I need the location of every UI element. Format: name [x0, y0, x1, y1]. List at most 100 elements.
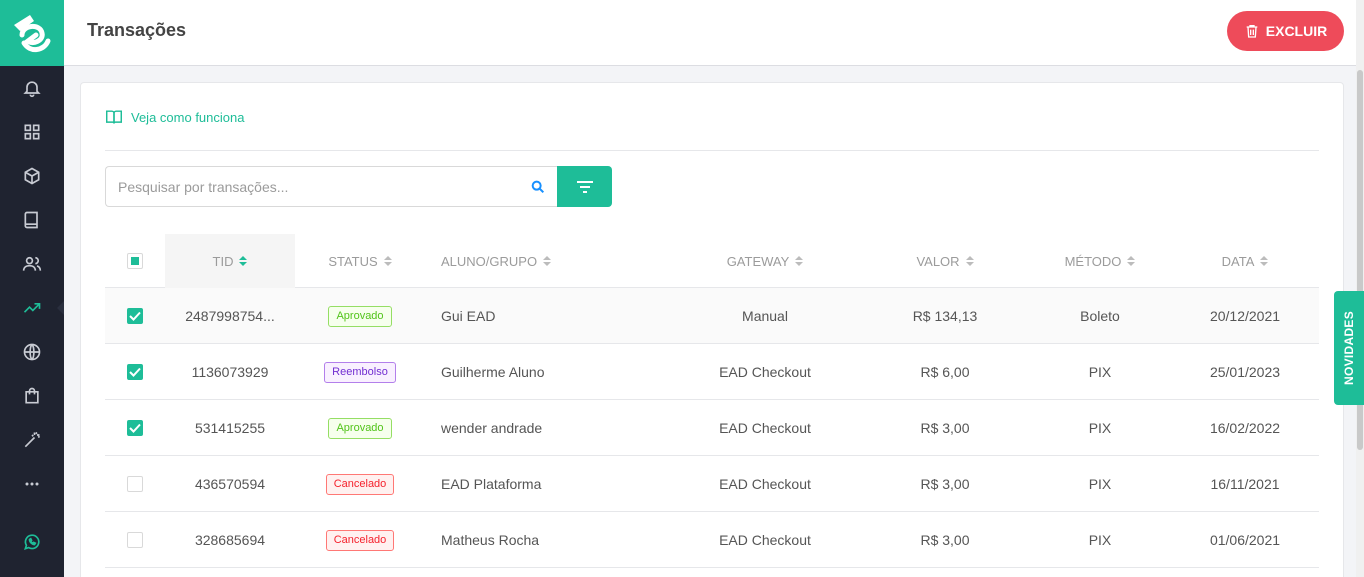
aluno-value: Guilherme Aluno [441, 364, 545, 380]
nav-dashboard[interactable] [0, 110, 64, 154]
gateway-value: Manual [742, 308, 788, 324]
check-icon [129, 311, 141, 321]
cell-valor: R$ 3,00 [865, 400, 1025, 456]
column-metodo[interactable]: MÉTODO [1025, 234, 1175, 288]
aluno-value: Matheus Rocha [441, 532, 540, 548]
app-logo[interactable] [0, 0, 64, 66]
cell-metodo: Boleto [1025, 288, 1175, 344]
nav-tools[interactable] [0, 418, 64, 462]
cell-status: Aprovado [295, 400, 425, 456]
cell-data: 16/11/2021 [1175, 456, 1315, 512]
book-icon [24, 211, 38, 229]
cell-data: 01/06/2021 [1175, 512, 1315, 568]
table-row[interactable]: 328685694 Cancelado Matheus Rocha EAD Check… [105, 512, 1319, 568]
data-value: 16/11/2021 [1210, 476, 1280, 492]
metodo-value: PIX [1088, 476, 1112, 492]
page-header: Transações EXCLUIR [64, 0, 1364, 66]
column-status[interactable]: STATUS [295, 234, 425, 288]
delete-button-label: EXCLUIR [1265, 23, 1328, 39]
column-gateway[interactable]: GATEWAY [665, 234, 865, 288]
cell-tid: 2487998754... [165, 288, 295, 344]
table-row[interactable]: 436570594 Cancelado EAD Plataforma EAD Chec… [105, 456, 1319, 512]
sort-icon [965, 256, 974, 266]
trash-icon [1246, 25, 1258, 38]
table-row[interactable]: 2487998754... Aprovado Gui EAD Manual R$ 134… [105, 288, 1319, 344]
cell-data: 25/01/2023 [1175, 344, 1315, 400]
cell-aluno: EAD Plataforma [441, 456, 641, 512]
tid-value: 328685694 [194, 532, 266, 548]
sort-icon [239, 256, 248, 266]
divider [105, 150, 1319, 151]
search-input[interactable] [106, 167, 516, 206]
shopping-bag-icon [25, 387, 39, 404]
gateway-value: EAD Checkout [719, 364, 811, 380]
table-row[interactable]: 531415255 Aprovado wender andrade EAD Check… [105, 400, 1319, 456]
cell-aluno: wender andrade [441, 400, 641, 456]
data-value: 01/06/2021 [1209, 532, 1281, 548]
cell-aluno: Gui EAD [441, 288, 641, 344]
cell-gateway: Manual [665, 288, 865, 344]
tid-value: 1136073929 [191, 364, 269, 380]
nav-sales[interactable] [0, 286, 64, 330]
cell-data: 20/12/2021 [1175, 288, 1315, 344]
delete-button[interactable]: EXCLUIR [1227, 11, 1344, 51]
nav-more[interactable] [0, 462, 64, 506]
cell-valor: R$ 3,00 [865, 512, 1025, 568]
sort-icon [1260, 256, 1269, 266]
row-checkbox[interactable] [127, 420, 143, 436]
row-select-cell [127, 512, 143, 568]
whatsapp-icon [24, 534, 40, 550]
search-icon[interactable] [530, 179, 546, 195]
cell-status: Cancelado [295, 512, 425, 568]
nav-whatsapp[interactable] [0, 520, 64, 564]
cell-status: Aprovado [295, 288, 425, 344]
cell-status: Cancelado [295, 456, 425, 512]
valor-value: R$ 134,13 [912, 308, 978, 324]
gateway-value: EAD Checkout [719, 420, 811, 436]
cell-gateway: EAD Checkout [665, 400, 865, 456]
help-link-label: Veja como funciona [131, 109, 245, 125]
status-badge: Reembolso [324, 361, 396, 383]
column-data[interactable]: DATA [1175, 234, 1315, 288]
valor-value: R$ 6,00 [920, 364, 970, 380]
cell-valor: R$ 134,13 [865, 288, 1025, 344]
filter-button[interactable] [557, 166, 612, 207]
tid-value: 2487998754... [185, 308, 275, 324]
select-all-checkbox[interactable] [127, 253, 143, 269]
table-header: TID STATUS ALUNO/GRUPO GATEWAY VALOR MÉT… [105, 234, 1319, 288]
column-label: ALUNO/GRUPO [441, 253, 538, 269]
more-dots-icon [25, 482, 39, 486]
users-icon [22, 256, 42, 271]
nav-users[interactable] [0, 242, 64, 286]
row-select-cell [127, 400, 143, 456]
metodo-value: Boleto [1080, 308, 1120, 324]
row-checkbox[interactable] [127, 532, 143, 548]
row-checkbox[interactable] [127, 308, 143, 324]
cell-aluno: Guilherme Aluno [441, 344, 641, 400]
nav-products[interactable] [0, 154, 64, 198]
filter-icon [576, 180, 593, 193]
table-row[interactable]: 1136073929 Reembolso Guilherme Aluno EAD Ch… [105, 344, 1319, 400]
nav-notifications[interactable] [0, 66, 64, 110]
nav-store[interactable] [0, 374, 64, 418]
tid-value: 436570594 [194, 476, 266, 492]
column-label: STATUS [328, 253, 378, 269]
aluno-value: Gui EAD [441, 308, 496, 324]
column-aluno[interactable]: ALUNO/GRUPO [441, 234, 641, 288]
dashboard-grid-icon [24, 124, 40, 140]
column-valor[interactable]: VALOR [865, 234, 1025, 288]
cell-metodo: PIX [1025, 400, 1175, 456]
status-badge: Cancelado [325, 473, 395, 495]
box-icon [24, 167, 40, 185]
transactions-card: Veja como funciona TID STATUS ALUNO/GRUP… [80, 82, 1344, 577]
valor-value: R$ 3,00 [920, 476, 970, 492]
novidades-tab[interactable]: NOVIDADES [1334, 291, 1364, 405]
row-checkbox[interactable] [127, 364, 143, 380]
help-link[interactable]: Veja como funciona [105, 109, 244, 125]
data-value: 25/01/2023 [1209, 364, 1281, 380]
nav-courses[interactable] [0, 198, 64, 242]
row-checkbox[interactable] [127, 476, 143, 492]
column-tid[interactable]: TID [165, 234, 295, 288]
nav-site[interactable] [0, 330, 64, 374]
row-select-cell [127, 344, 143, 400]
